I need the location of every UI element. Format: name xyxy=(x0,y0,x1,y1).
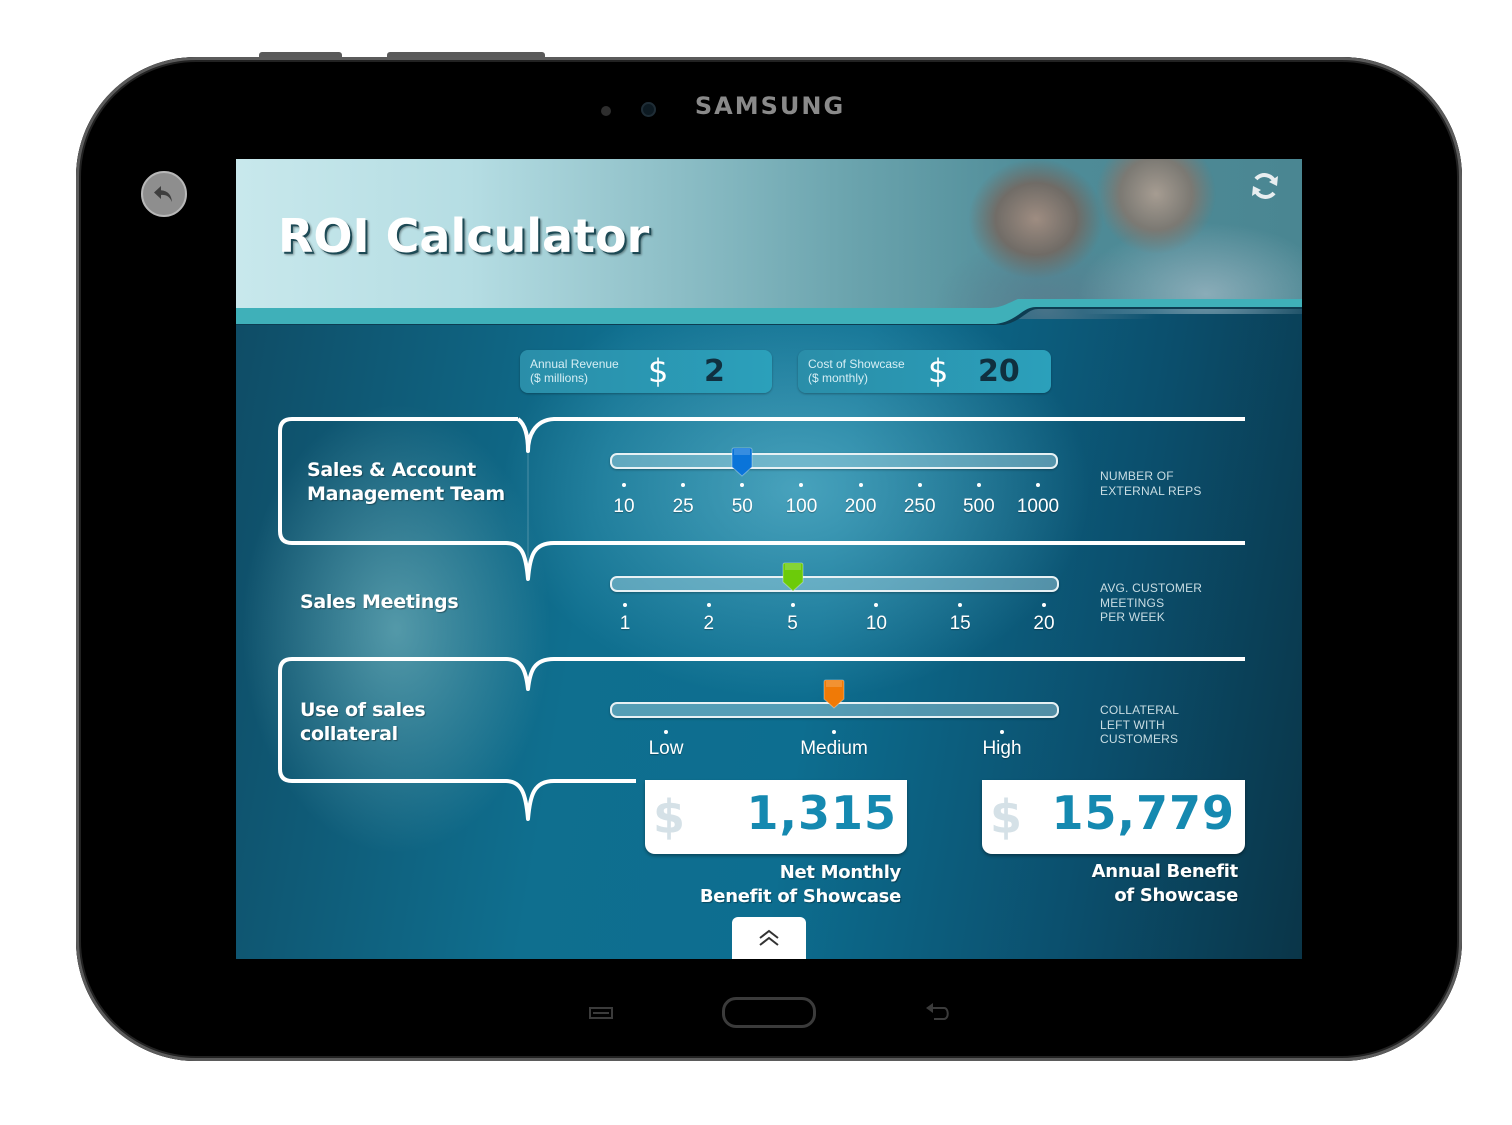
row-label-sales-team: Sales & Account Management Team xyxy=(307,458,505,506)
row-1-bubble-outline xyxy=(516,417,1245,453)
note-line: MEETINGS xyxy=(1100,595,1165,610)
caption-line1: Net Monthly xyxy=(779,862,902,883)
undo-arrow-icon xyxy=(154,186,172,202)
annual-benefit-box: $ 15,779 xyxy=(982,780,1245,854)
note-line: CUSTOMERS xyxy=(1100,732,1179,746)
row-label-sales-collateral: Use of sales collateral xyxy=(300,698,426,746)
expand-panel-button[interactable] xyxy=(732,917,806,959)
tick-label[interactable]: 10 xyxy=(613,496,634,518)
tick-label[interactable]: 1000 xyxy=(1017,496,1059,518)
dollar-sign: $ xyxy=(990,790,1023,844)
row-label-line2: collateral xyxy=(300,723,398,745)
net-monthly-benefit-box: $ 1,315 xyxy=(645,780,907,854)
tick-label[interactable]: Low xyxy=(649,738,684,760)
caption-line2: of Showcase xyxy=(1114,885,1238,906)
caption-line1: Annual Benefit xyxy=(1091,861,1239,882)
external-reps-slider-thumb[interactable] xyxy=(731,447,753,477)
net-monthly-benefit-caption: Net Monthly Benefit of Showcase xyxy=(676,861,901,909)
tick-label[interactable]: 20 xyxy=(1033,613,1054,635)
tick-dot xyxy=(917,483,922,487)
tick-dot xyxy=(623,603,627,607)
external-reps-slider-track[interactable] xyxy=(610,453,1058,469)
tick-label[interactable]: 500 xyxy=(963,496,995,518)
note-line: LEFT WITH xyxy=(1100,717,1165,732)
note-line: PER WEEK xyxy=(1100,610,1165,624)
tick-label[interactable]: 5 xyxy=(787,613,798,635)
tick-dot xyxy=(976,483,981,487)
row-label-sales-meetings: Sales Meetings xyxy=(300,590,459,614)
tick-label[interactable]: 25 xyxy=(673,496,694,518)
tick-label[interactable]: 1 xyxy=(620,613,631,635)
row-label-line2: Management Team xyxy=(307,483,505,505)
tick-label[interactable]: Medium xyxy=(800,738,868,760)
tick-dot xyxy=(664,730,668,734)
screen-edge xyxy=(1302,159,1409,959)
tick-label[interactable]: 200 xyxy=(845,496,877,518)
device-brand-logo: SAMSUNG xyxy=(694,92,846,120)
tick-label[interactable]: 10 xyxy=(866,613,887,635)
note-line: AVG. CUSTOMER xyxy=(1100,581,1203,595)
external-reps-note: NUMBER OF EXTERNAL REPS xyxy=(1100,469,1202,498)
meetings-slider-thumb[interactable] xyxy=(782,562,804,592)
tick-dot xyxy=(1036,483,1040,487)
home-button[interactable] xyxy=(722,997,816,1028)
double-chevron-up-icon xyxy=(759,929,779,946)
note-line: COLLATERAL xyxy=(1100,703,1180,717)
front-camera xyxy=(641,102,656,117)
net-monthly-benefit-value: 1,315 xyxy=(746,786,897,840)
tick-label[interactable]: 250 xyxy=(904,496,936,518)
back-button[interactable] xyxy=(141,171,187,217)
meetings-note: AVG. CUSTOMER MEETINGS PER WEEK xyxy=(1100,581,1202,625)
collateral-slider-thumb[interactable] xyxy=(823,679,845,709)
app-screen: ROI Calculator Annual Revenue ($ million… xyxy=(236,159,1302,959)
tick-label[interactable]: 100 xyxy=(786,496,818,518)
tick-label[interactable]: 2 xyxy=(704,613,715,635)
menu-icon[interactable] xyxy=(588,1006,614,1020)
row-label-line1: Use of sales xyxy=(300,699,426,721)
caption-line2: Benefit of Showcase xyxy=(699,886,901,907)
light-sensor xyxy=(601,106,611,116)
tick-label[interactable]: High xyxy=(982,738,1021,760)
tick-label[interactable]: 50 xyxy=(732,496,753,518)
dollar-sign: $ xyxy=(653,790,686,844)
tick-dot xyxy=(832,730,836,734)
annual-benefit-value: 15,779 xyxy=(1051,786,1235,840)
tick-dot xyxy=(790,603,795,607)
row-label-line1: Sales Meetings xyxy=(300,591,459,613)
collateral-note: COLLATERAL LEFT WITH CUSTOMERS xyxy=(1100,703,1179,747)
tick-dot xyxy=(1042,603,1046,607)
note-line: EXTERNAL REPS xyxy=(1100,483,1202,498)
annual-benefit-caption: Annual Benefit of Showcase xyxy=(1016,860,1239,908)
tick-label[interactable]: 15 xyxy=(950,613,971,635)
tick-dot xyxy=(706,603,711,607)
note-line: NUMBER OF xyxy=(1100,469,1174,483)
back-icon[interactable] xyxy=(924,1003,952,1023)
tick-dot xyxy=(858,483,863,487)
tick-dot xyxy=(1000,730,1004,734)
meetings-slider-track[interactable] xyxy=(610,576,1059,592)
row-label-line1: Sales & Account xyxy=(307,459,476,481)
tick-dot xyxy=(622,483,626,487)
